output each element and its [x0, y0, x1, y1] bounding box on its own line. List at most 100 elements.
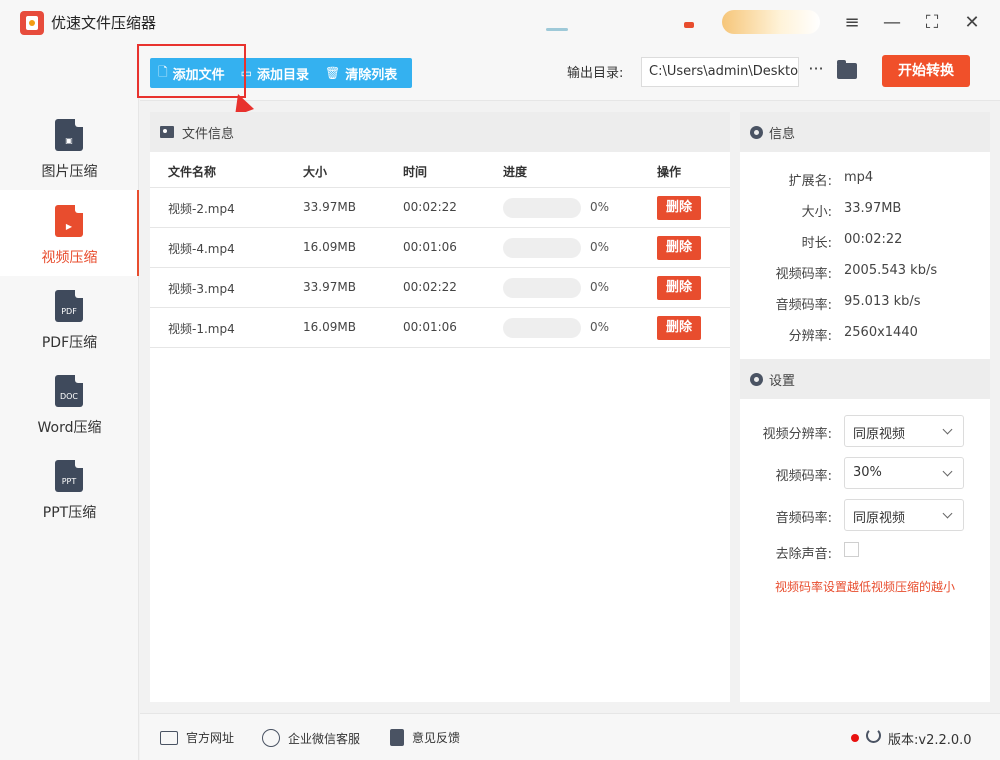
- table-row[interactable]: 视频-4.mp4 16.09MB 00:01:06 0% 删除: [150, 228, 730, 268]
- video-resolution-setting: 视频分辨率: 同原视频: [740, 415, 990, 447]
- trash-icon: 🗑: [325, 66, 341, 80]
- table-row[interactable]: 视频-2.mp4 33.97MB 00:02:22 0% 删除: [150, 188, 730, 228]
- video-bitrate-select[interactable]: 30%: [844, 457, 964, 489]
- select-value: 同原视频: [853, 511, 906, 526]
- column-time: 时间: [403, 165, 428, 179]
- info-value: 2560x1440: [844, 325, 918, 340]
- sidebar-item-label: 视频压缩: [41, 250, 98, 266]
- promo-banner[interactable]: [722, 10, 820, 34]
- banner-decoration: [546, 28, 568, 31]
- app-logo-icon: [20, 11, 44, 35]
- table-row[interactable]: 视频-1.mp4 16.09MB 00:01:06 0% 删除: [150, 308, 730, 348]
- add-file-label: 添加文件: [172, 67, 225, 83]
- folder-icon: ▭: [240, 66, 253, 80]
- sidebar-item-label: PDF压缩: [41, 335, 98, 351]
- progress-percent: 0%: [590, 320, 610, 334]
- delete-button[interactable]: 删除: [657, 276, 701, 300]
- doc-file-icon: DOC: [55, 375, 83, 407]
- ppt-glyph: PPT: [61, 477, 77, 486]
- output-dir-label: 输出目录:: [567, 66, 624, 81]
- minimize-icon[interactable]: —: [880, 10, 904, 34]
- banner-decoration: [684, 22, 694, 28]
- video-bitrate-setting: 视频码率: 30%: [740, 457, 990, 489]
- info-value: 95.013 kb/s: [844, 294, 921, 309]
- sidebar-item-video[interactable]: ▶ 视频压缩: [0, 190, 139, 276]
- info-audio-bitrate: 音频码率: 95.013 kb/s: [740, 291, 990, 313]
- refresh-icon[interactable]: [866, 728, 881, 743]
- sidebar-item-label: 图片压缩: [41, 164, 98, 180]
- feedback-icon: [390, 729, 404, 746]
- settings-title: 设置: [769, 373, 796, 389]
- audio-bitrate-select[interactable]: 同原视频: [844, 499, 964, 531]
- chat-icon: [262, 729, 280, 747]
- feedback-label: 意见反馈: [412, 731, 461, 745]
- menu-icon[interactable]: ≡: [840, 10, 864, 34]
- sidebar: ▣ 图片压缩 ▶ 视频压缩 PDF PDF压缩 DOC Word压缩 PPT P…: [0, 44, 139, 760]
- ppt-file-icon: PPT: [55, 460, 83, 492]
- progress-percent: 0%: [590, 280, 610, 294]
- file-name: 视频-2.mp4: [168, 202, 235, 216]
- sidebar-item-word[interactable]: DOC Word压缩: [0, 375, 139, 460]
- info-resolution: 分辨率: 2560x1440: [740, 322, 990, 344]
- wechat-service-link[interactable]: 企业微信客服: [262, 729, 360, 747]
- file-size: 33.97MB: [303, 200, 356, 214]
- file-name: 视频-1.mp4: [168, 322, 235, 336]
- image-glyph: ▣: [65, 136, 73, 145]
- video-resolution-label: 视频分辨率:: [762, 427, 832, 442]
- pdf-glyph: PDF: [61, 307, 77, 316]
- info-panel: 信息 扩展名: mp4 大小: 33.97MB 时长: 00:02:22 视频码…: [740, 112, 990, 702]
- footer: 官方网址 企业微信客服 意见反馈 版本:v2.2.0.0: [140, 713, 1000, 760]
- mute-checkbox[interactable]: [844, 542, 859, 557]
- sidebar-item-pdf[interactable]: PDF PDF压缩: [0, 290, 139, 375]
- info-header: 信息: [740, 112, 990, 152]
- bitrate-hint: 视频码率设置越低视频压缩的越小: [774, 580, 955, 594]
- file-icon: 🗋: [158, 64, 168, 79]
- file-button-group: 🗋 添加文件 ▭ 添加目录 🗑 清除列表: [150, 58, 412, 88]
- info-video-bitrate: 视频码率: 2005.543 kb/s: [740, 260, 990, 282]
- maximize-icon[interactable]: ⛶: [920, 10, 944, 34]
- info-key: 分辨率:: [788, 329, 832, 344]
- pdf-file-icon: PDF: [55, 290, 83, 322]
- video-file-icon: ▶: [55, 205, 83, 237]
- file-name: 视频-3.mp4: [168, 282, 235, 296]
- add-dir-button[interactable]: ▭ 添加目录: [233, 58, 317, 88]
- select-value: 30%: [853, 465, 882, 480]
- open-folder-icon[interactable]: [837, 60, 857, 79]
- video-bitrate-label: 视频码率:: [775, 469, 832, 484]
- delete-button[interactable]: 删除: [657, 236, 701, 260]
- info-size: 大小: 33.97MB: [740, 198, 990, 220]
- mute-setting: 去除声音:: [740, 535, 990, 567]
- website-link[interactable]: 官方网址: [160, 729, 234, 746]
- chevron-down-icon: [942, 508, 953, 519]
- column-size: 大小: [303, 165, 328, 179]
- start-convert-button[interactable]: 开始转换: [882, 55, 970, 87]
- sidebar-item-ppt[interactable]: PPT PPT压缩: [0, 460, 139, 545]
- close-icon[interactable]: ✕: [960, 10, 984, 34]
- file-duration: 00:01:06: [403, 240, 457, 254]
- wechat-label: 企业微信客服: [288, 731, 361, 746]
- clear-list-button[interactable]: 🗑 清除列表: [317, 58, 405, 88]
- progress-bar: [503, 238, 581, 258]
- info-title: 信息: [769, 126, 796, 142]
- app-title: 优速文件压缩器: [51, 14, 157, 32]
- feedback-link[interactable]: 意见反馈: [390, 729, 460, 746]
- info-value: mp4: [844, 170, 874, 185]
- info-value: 33.97MB: [844, 201, 902, 216]
- video-resolution-select[interactable]: 同原视频: [844, 415, 964, 447]
- add-file-button[interactable]: 🗋 添加文件: [150, 58, 233, 88]
- clear-list-label: 清除列表: [345, 67, 398, 83]
- info-value: 2005.543 kb/s: [844, 263, 938, 278]
- file-panel-title: 文件信息: [182, 126, 235, 142]
- table-row[interactable]: 视频-3.mp4 33.97MB 00:02:22 0% 删除: [150, 268, 730, 308]
- delete-button[interactable]: 删除: [657, 196, 701, 220]
- delete-button[interactable]: 删除: [657, 316, 701, 340]
- column-action: 操作: [657, 165, 682, 179]
- info-key: 扩展名:: [788, 174, 832, 189]
- output-dir-field[interactable]: C:\Users\admin\Deskto: [641, 57, 799, 87]
- info-key: 大小:: [801, 205, 832, 220]
- select-value: 同原视频: [853, 427, 906, 442]
- gear-icon: [750, 372, 763, 386]
- title-bar: 优速文件压缩器 ≡ — ⛶ ✕: [0, 0, 1000, 44]
- settings-header: 设置: [740, 359, 990, 399]
- more-options-icon[interactable]: ···: [806, 59, 826, 83]
